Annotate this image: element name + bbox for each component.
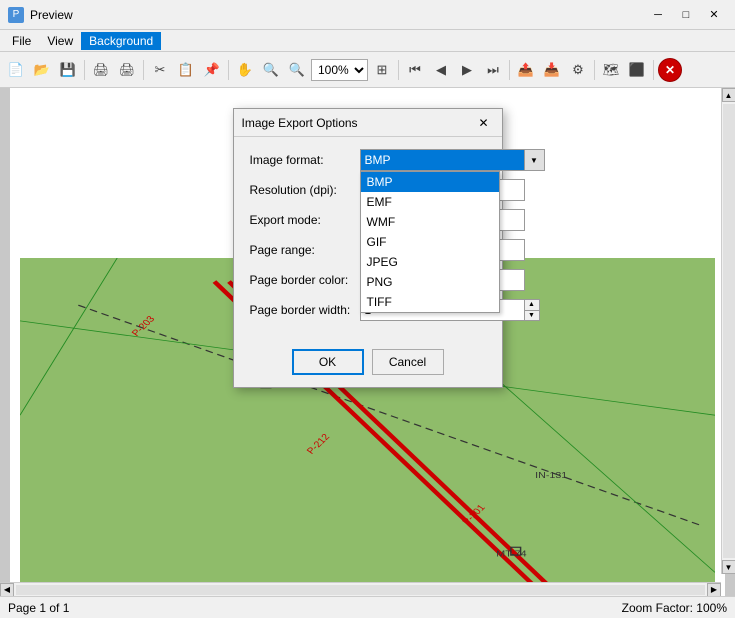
page-border-color-label: Page border color: [250,273,360,287]
sep6 [594,60,595,80]
image-format-input[interactable] [360,149,525,171]
image-format-label: Image format: [250,153,360,167]
dialog-body: Image format: ▼ BMP EMF WMF GIF JPEG PNG [234,137,502,341]
new-button[interactable]: 📄 [4,58,28,82]
sep1 [84,60,85,80]
ok-button[interactable]: OK [292,349,364,375]
image-format-row: Image format: ▼ BMP EMF WMF GIF JPEG PNG [250,149,486,171]
zoom-select[interactable]: 100% 50% 150% 200% [311,59,368,81]
print-button[interactable]: 🖨 [89,58,113,82]
format-option-emf[interactable]: EMF [361,192,499,212]
image-format-arrow[interactable]: ▼ [525,149,545,171]
page-info: Page 1 of 1 [8,601,69,615]
menu-file[interactable]: File [4,32,39,50]
sep5 [509,60,510,80]
menu-view[interactable]: View [39,32,81,50]
main-area: P-203 P-212 P-201 IN-131 MT-74 IN-134 Sc… [0,88,735,596]
settings-button[interactable]: ⚙ [566,58,590,82]
format-option-png[interactable]: PNG [361,272,499,292]
paste-button[interactable]: 📌 [200,58,224,82]
sep2 [143,60,144,80]
format-dropdown-list: BMP EMF WMF GIF JPEG PNG TIFF [360,171,500,313]
page-range-label: Page range: [250,243,360,257]
dialog-title: Image Export Options [242,116,358,130]
maximize-button[interactable]: □ [673,5,699,25]
nav-first[interactable]: ⏮ [403,58,427,82]
nav-last[interactable]: ⏭ [481,58,505,82]
title-bar-title: Preview [30,8,73,22]
dialog-close-button[interactable]: ✕ [474,114,494,132]
sep4 [398,60,399,80]
toolbar: 📄 📂 💾 🖨 🖨 ✂ 📋 📌 ✋ 🔍 🔍 100% 50% 150% 200%… [0,52,735,88]
sep7 [653,60,654,80]
format-option-gif[interactable]: GIF [361,232,499,252]
export-mode-label: Export mode: [250,213,360,227]
spinner-up-button[interactable]: ▲ [525,300,539,311]
page-border-width-label: Page border width: [250,303,360,317]
zoom-out-button[interactable]: 🔍 [285,58,309,82]
image-format-combo: ▼ BMP EMF WMF GIF JPEG PNG TIFF [360,149,545,171]
minimize-button[interactable]: ─ [645,5,671,25]
layer-button[interactable]: ⬛ [625,58,649,82]
cancel-button[interactable]: Cancel [372,349,444,375]
spinner-buttons: ▲ ▼ [524,299,540,321]
menu-background[interactable]: Background [81,32,161,50]
sep3 [228,60,229,80]
nav-prev[interactable]: ◀ [429,58,453,82]
zoom-info: Zoom Factor: 100% [622,601,727,615]
print2-button[interactable]: 🖨 [115,58,139,82]
modal-overlay: Image Export Options ✕ Image format: ▼ B… [0,88,735,596]
title-bar: P Preview ─ □ ✕ [0,0,735,30]
open-button[interactable]: 📂 [30,58,54,82]
export-button[interactable]: 📤 [514,58,538,82]
pan-button[interactable]: ✋ [233,58,257,82]
title-bar-left: P Preview [8,7,73,23]
nav-next[interactable]: ▶ [455,58,479,82]
dialog-footer: OK Cancel [234,341,502,387]
menu-bar: File View Background [0,30,735,52]
format-option-wmf[interactable]: WMF [361,212,499,232]
import-button[interactable]: 📥 [540,58,564,82]
status-bar: Page 1 of 1 Zoom Factor: 100% [0,596,735,618]
save-button[interactable]: 💾 [56,58,80,82]
title-bar-controls: ─ □ ✕ [645,5,727,25]
dialog-title-bar: Image Export Options ✕ [234,109,502,137]
image-export-dialog: Image Export Options ✕ Image format: ▼ B… [233,108,503,388]
format-option-tiff[interactable]: TIFF [361,292,499,312]
zoom-in-button[interactable]: 🔍 [259,58,283,82]
format-option-bmp[interactable]: BMP [361,172,499,192]
app-icon: P [8,7,24,23]
zoom-ext-button[interactable]: ⊞ [370,58,394,82]
map-button[interactable]: 🗺 [599,58,623,82]
copy-button[interactable]: 📋 [174,58,198,82]
resolution-label: Resolution (dpi): [250,183,360,197]
format-option-jpeg[interactable]: JPEG [361,252,499,272]
stop-button[interactable]: ✕ [658,58,682,82]
cut-button[interactable]: ✂ [148,58,172,82]
close-window-button[interactable]: ✕ [701,5,727,25]
spinner-down-button[interactable]: ▼ [525,311,539,321]
